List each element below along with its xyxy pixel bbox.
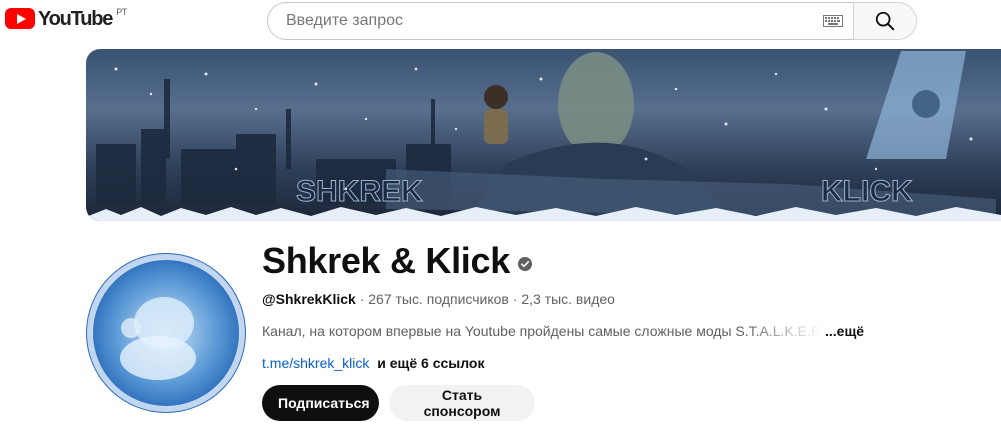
search-icon [875,11,895,31]
youtube-logo-icon [5,8,35,29]
channel-banner: SHKREK KLICK [86,49,1001,221]
subscribe-button[interactable]: Подписаться [262,385,379,421]
keyboard-icon[interactable] [823,15,843,27]
channel-title: Shkrek & Klick [262,240,510,281]
description-more-button[interactable]: ...ещё [825,323,864,339]
banner-left-text: SHKREK [296,175,423,208]
description-text: Канал, на котором впервые на Youtube про… [262,323,822,339]
search-button[interactable] [853,2,917,40]
search-box [267,2,853,40]
video-count: 2,3 тыс. видео [521,291,615,307]
more-links-button[interactable]: и ещё 6 ссылок [377,355,484,371]
banner-right-text: KLICK [821,175,913,208]
verified-check-icon [517,257,532,271]
search-bar [267,2,917,42]
search-input[interactable] [284,11,823,31]
region-code: РТ [116,7,128,17]
channel-handle: @ShkrekKlick [262,291,356,307]
logo-text: YouTube [38,8,113,30]
channel-meta: @ShkrekKlick · 267 тыс. подписчиков · 2,… [262,291,615,307]
channel-links: t.me/shkrek_klick и ещё 6 ссылок [262,355,485,371]
subscriber-count: 267 тыс. подписчиков [368,291,509,307]
telegram-link[interactable]: t.me/shkrek_klick [262,355,369,371]
channel-avatar[interactable] [86,253,246,413]
channel-name: Shkrek & Klick [262,240,532,282]
meta-separator-2: · [508,291,522,307]
youtube-logo[interactable]: YouTube РТ [5,7,128,30]
sponsor-button[interactable]: Стать спонсором [389,385,535,421]
meta-separator-1: · [355,291,369,307]
channel-description[interactable]: Канал, на котором впервые на Youtube про… [262,323,864,339]
